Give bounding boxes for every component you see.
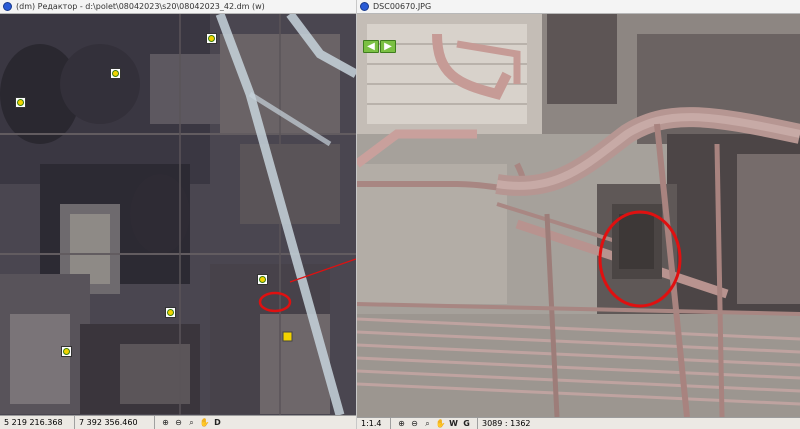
map-point-marker — [282, 331, 293, 342]
photo-viewer-window: DSC00670.JPG ◀ ▶ 1:1.4 ⊕ ⊖ ⌕ ✋ W G 3089 … — [357, 0, 800, 429]
photo-marker-icon[interactable] — [110, 68, 121, 79]
map-window-title: (dm) Редактор - d:\polet\08042023\s20\08… — [16, 2, 265, 11]
pan-hand-icon[interactable]: ✋ — [435, 418, 446, 429]
photo-toolbar: ⊕ ⊖ ⌕ ✋ W G — [391, 418, 478, 429]
scale-field: 1:1.4 — [357, 418, 391, 429]
map-toolbar: ⊕ ⊖ ⌕ ✋ D — [155, 416, 228, 429]
w-tool-icon[interactable]: W — [448, 418, 459, 429]
app-icon — [360, 2, 369, 11]
prev-image-button[interactable]: ◀ — [363, 40, 379, 53]
photo-marker-icon[interactable] — [165, 307, 176, 318]
scale-value: 1:1.4 — [361, 419, 382, 428]
coord-x-value: 5 219 216.368 — [4, 418, 63, 427]
photo-statusbar: 1:1.4 ⊕ ⊖ ⌕ ✋ W G 3089 : 1362 — [357, 417, 800, 429]
zoom-fit-icon[interactable]: ⌕ — [422, 418, 433, 429]
coord-y-value: 7 392 356.460 — [79, 418, 138, 427]
photo-marker-icon[interactable] — [61, 346, 72, 357]
g-tool-icon[interactable]: G — [461, 418, 472, 429]
zoom-out-icon[interactable]: ⊖ — [173, 417, 184, 428]
map-editor-window: (dm) Редактор - d:\polet\08042023\s20\08… — [0, 0, 356, 429]
zoom-in-icon[interactable]: ⊕ — [160, 417, 171, 428]
zoom-fit-icon[interactable]: ⌕ — [186, 417, 197, 428]
zoom-in-icon[interactable]: ⊕ — [396, 418, 407, 429]
next-image-button[interactable]: ▶ — [380, 40, 396, 53]
photo-window-title: DSC00670.JPG — [373, 2, 432, 11]
photo-marker-icon[interactable] — [257, 274, 268, 285]
zoom-out-icon[interactable]: ⊖ — [409, 418, 420, 429]
map-viewport[interactable] — [0, 14, 356, 415]
photo-marker-icon[interactable] — [15, 97, 26, 108]
photo-viewport[interactable]: ◀ ▶ — [357, 14, 800, 417]
pixel-coords-value: 3089 : 1362 — [482, 419, 531, 428]
pan-hand-icon[interactable]: ✋ — [199, 417, 210, 428]
coord-y-field: 7 392 356.460 — [75, 416, 155, 429]
map-statusbar: 5 219 216.368 7 392 356.460 ⊕ ⊖ ⌕ ✋ D — [0, 415, 356, 429]
aerial-photo — [357, 14, 800, 417]
app-icon — [3, 2, 12, 11]
d-tool-icon[interactable]: D — [212, 417, 223, 428]
pixel-coords-field: 3089 : 1362 — [478, 418, 535, 429]
satellite-map — [0, 14, 356, 415]
map-titlebar[interactable]: (dm) Редактор - d:\polet\08042023\s20\08… — [0, 0, 356, 14]
photo-titlebar[interactable]: DSC00670.JPG — [357, 0, 800, 14]
photo-marker-icon[interactable] — [206, 33, 217, 44]
coord-x-field: 5 219 216.368 — [0, 416, 75, 429]
